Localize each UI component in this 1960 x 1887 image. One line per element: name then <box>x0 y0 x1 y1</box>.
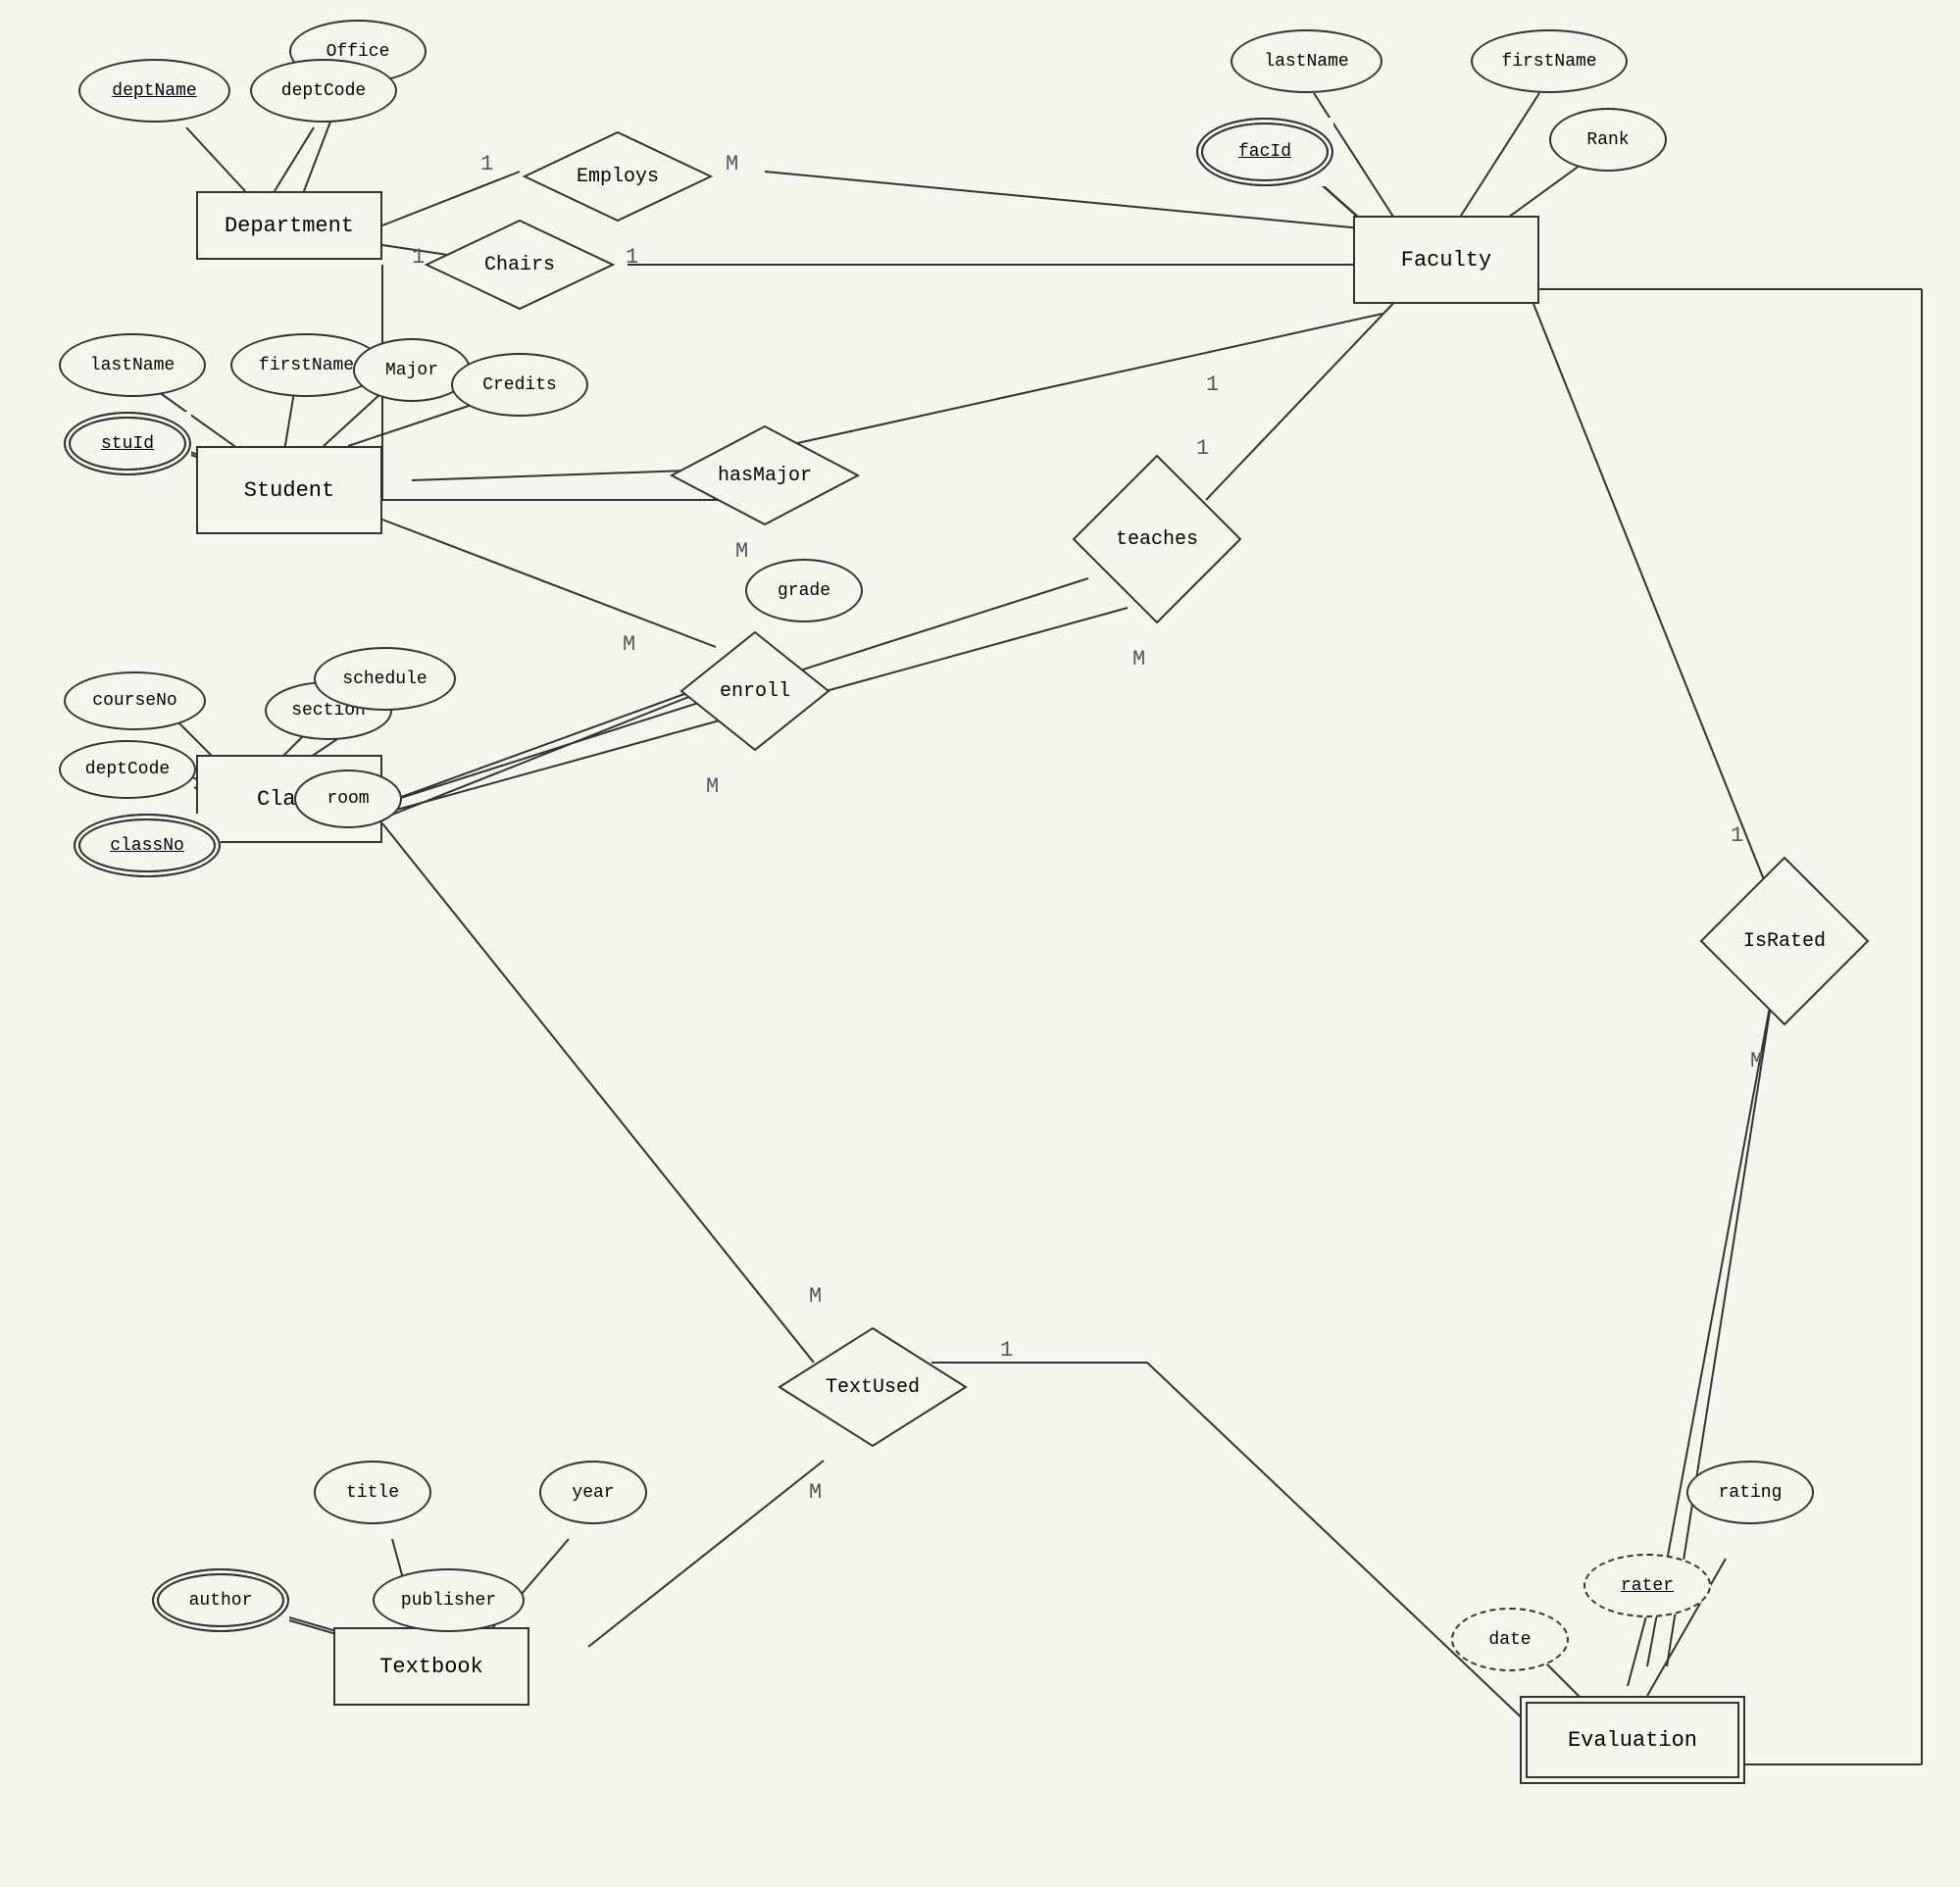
card-israted-1: 1 <box>1731 823 1743 848</box>
card-enroll-m2: M <box>706 774 719 799</box>
attr-lastname-fac: lastName <box>1231 29 1382 93</box>
card-textused-m1: M <box>809 1284 822 1309</box>
attr-firstname-fac: firstName <box>1471 29 1628 93</box>
card-employs-m: M <box>726 152 738 176</box>
er-diagram: Department Office deptName deptCode Empl… <box>0 0 1960 1887</box>
entity-department: Department <box>196 191 382 260</box>
attr-deptname: deptName <box>78 59 230 123</box>
card-employs-1: 1 <box>480 152 493 176</box>
attr-deptcode-dept: deptCode <box>250 59 397 123</box>
attr-classno: classNo <box>74 814 221 877</box>
attr-year: year <box>539 1461 647 1524</box>
rel-chairs: Chairs <box>422 216 618 314</box>
attr-date: date <box>1451 1608 1569 1671</box>
attr-room: room <box>294 770 402 828</box>
attr-rating: rating <box>1686 1461 1814 1524</box>
attr-stuid: stuId <box>64 412 191 475</box>
rel-textused: TextUsed <box>775 1323 971 1451</box>
rel-employs: Employs <box>520 127 716 225</box>
card-hasmajor-1: 1 <box>1206 372 1219 397</box>
card-israted-m: M <box>1750 1049 1763 1073</box>
card-hasmajor-m: M <box>735 539 748 564</box>
entity-evaluation: Evaluation <box>1520 1696 1745 1784</box>
attr-publisher: publisher <box>373 1568 525 1632</box>
attr-grade: grade <box>745 559 863 622</box>
rel-hasmajor: hasMajor <box>667 422 863 529</box>
attr-author: author <box>152 1568 289 1632</box>
rel-teaches: teaches <box>1069 451 1245 627</box>
attr-title: title <box>314 1461 431 1524</box>
card-teaches-m: M <box>1132 647 1145 671</box>
attr-schedule: schedule <box>314 647 456 711</box>
attr-facid: facId <box>1196 118 1333 186</box>
attr-rank: Rank <box>1549 108 1667 172</box>
attr-credits: Credits <box>451 353 588 417</box>
card-teaches-1: 1 <box>1196 436 1209 461</box>
card-enroll-m1: M <box>623 632 635 657</box>
entity-textbook: Textbook <box>333 1627 529 1706</box>
card-textused-1: 1 <box>1000 1338 1013 1363</box>
attr-rater: rater <box>1583 1554 1711 1617</box>
card-chairs-1a: 1 <box>412 245 425 270</box>
card-textused-m2: M <box>809 1480 822 1505</box>
card-chairs-1b: 1 <box>626 245 638 270</box>
entity-student: Student <box>196 446 382 534</box>
entity-faculty: Faculty <box>1353 216 1539 304</box>
rel-enroll: enroll <box>677 627 833 755</box>
attr-deptcode-class: deptCode <box>59 740 196 799</box>
rel-israted: IsRated <box>1696 853 1873 1029</box>
attr-lastname-stu: lastName <box>59 333 206 397</box>
attr-courseno: courseNo <box>64 671 206 730</box>
